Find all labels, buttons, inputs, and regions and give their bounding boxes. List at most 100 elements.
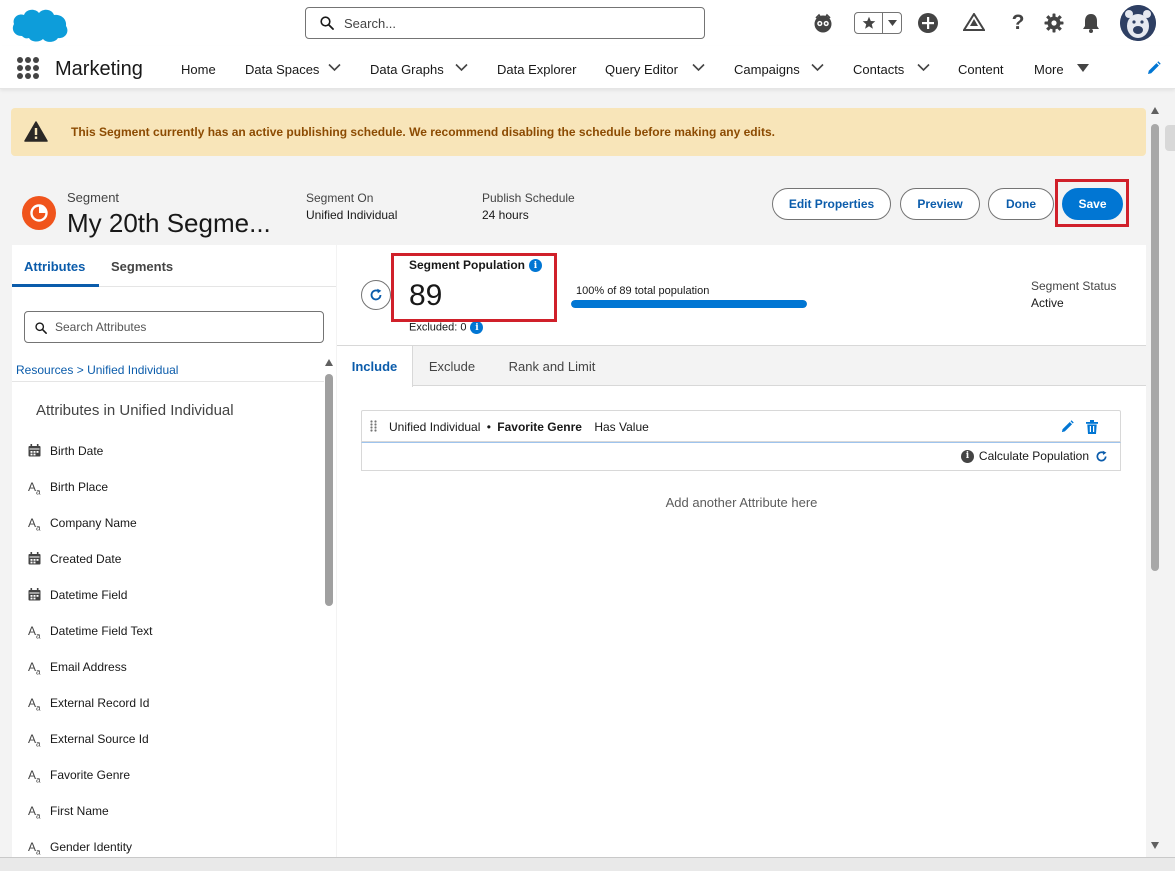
attribute-item[interactable]: Aa Email Address <box>24 658 314 678</box>
page-scrollbar[interactable] <box>1148 104 1162 852</box>
nav-item-query-editor[interactable]: Query Editor <box>605 62 678 77</box>
info-icon: i <box>960 449 974 463</box>
attribute-item[interactable]: Aa Company Name <box>24 514 314 534</box>
breadcrumb-unified-individual[interactable]: Unified Individual <box>87 363 178 377</box>
attribute-item-label: Favorite Genre <box>50 768 131 782</box>
attribute-item[interactable]: Aa First Name <box>24 802 314 822</box>
scroll-up-arrow-icon[interactable] <box>1151 107 1159 114</box>
edit-pencil-icon[interactable] <box>1060 420 1074 434</box>
attribute-item[interactable]: Aa Gender Identity <box>24 838 314 857</box>
breadcrumb-divider <box>12 381 324 382</box>
tab-segments[interactable]: Segments <box>111 259 173 274</box>
attribute-item[interactable]: Birth Date <box>24 442 314 462</box>
salesforce-cloud-logo[interactable] <box>10 6 70 44</box>
text-type-icon: Aa <box>28 660 41 677</box>
nav-item-data-explorer[interactable]: Data Explorer <box>497 62 576 77</box>
scroll-up-arrow-icon[interactable] <box>325 359 333 366</box>
tab-attributes[interactable]: Attributes <box>24 259 85 274</box>
breadcrumb-separator: > <box>76 363 84 377</box>
attribute-item-label: External Record Id <box>50 696 150 710</box>
scroll-down-arrow-icon[interactable] <box>1151 842 1159 849</box>
done-button[interactable]: Done <box>988 188 1054 220</box>
attribute-item[interactable]: Aa Datetime Field Text <box>24 622 314 642</box>
help-icon[interactable]: ? <box>1006 11 1030 35</box>
app-name: Marketing <box>55 58 143 80</box>
nav-item-contacts[interactable]: Contacts <box>853 62 904 77</box>
attribute-item-label: Email Address <box>50 660 127 674</box>
criteria-tabs: Include Exclude Rank and Limit <box>337 345 1146 387</box>
nav-item-data-graphs[interactable]: Data Graphs <box>370 62 444 77</box>
add-attribute-dropzone[interactable]: Add another Attribute here <box>337 495 1146 510</box>
nav-item-data-spaces[interactable]: Data Spaces <box>245 62 319 77</box>
delete-trash-icon[interactable] <box>1086 420 1098 434</box>
preview-button[interactable]: Preview <box>900 188 980 220</box>
text-type-icon: Aa <box>28 480 41 497</box>
attribute-search-input[interactable] <box>55 314 315 340</box>
drag-handle-icon[interactable] <box>370 420 377 432</box>
bottom-bar <box>0 857 1175 871</box>
calendar-icon <box>28 552 42 566</box>
side-panel-toggle[interactable] <box>1165 125 1175 151</box>
scrollbar-thumb[interactable] <box>325 374 333 606</box>
chevron-down-icon[interactable] <box>811 63 824 72</box>
calculate-population-row: i Calculate Population <box>361 442 1121 471</box>
einstein-icon[interactable] <box>811 11 835 35</box>
calculate-population-button[interactable]: i Calculate Population <box>960 449 1108 463</box>
nav-item-content[interactable]: Content <box>958 62 1004 77</box>
nav-item-home[interactable]: Home <box>181 62 216 77</box>
attribute-item[interactable]: Aa External Source Id <box>24 730 314 750</box>
notifications-bell-icon[interactable] <box>1079 11 1103 35</box>
segment-on-label: Segment On <box>306 191 374 205</box>
excluded-count: Excluded: 0i <box>409 321 484 334</box>
tab-rank-and-limit[interactable]: Rank and Limit <box>497 346 607 386</box>
chevron-down-icon[interactable] <box>455 63 468 72</box>
edit-nav-pencil-icon[interactable] <box>1146 61 1161 76</box>
nav-item-campaigns[interactable]: Campaigns <box>734 62 800 77</box>
trailhead-icon[interactable] <box>962 11 986 35</box>
search-icon <box>320 16 334 30</box>
calendar-icon <box>28 588 42 602</box>
attribute-item[interactable]: Datetime Field <box>24 586 314 606</box>
refresh-population-button[interactable] <box>361 280 391 310</box>
text-type-icon: Aa <box>28 624 41 641</box>
warning-text: This Segment currently has an active pub… <box>71 125 775 139</box>
global-search[interactable] <box>305 7 705 39</box>
chevron-down-icon[interactable] <box>328 63 341 72</box>
attribute-item-label: Datetime Field <box>50 588 128 602</box>
attribute-item-label: Datetime Field Text <box>50 624 153 638</box>
attribute-item[interactable]: Aa Favorite Genre <box>24 766 314 786</box>
breadcrumb-resources[interactable]: Resources <box>16 363 73 377</box>
global-add-icon[interactable] <box>916 11 940 35</box>
user-avatar[interactable] <box>1120 5 1156 41</box>
breadcrumb: Resources > Unified Individual <box>16 363 178 377</box>
info-icon[interactable]: i <box>470 321 484 334</box>
caret-down-icon[interactable] <box>1077 64 1089 72</box>
nav-item-more[interactable]: More <box>1034 62 1064 77</box>
setup-gear-icon[interactable] <box>1042 11 1066 35</box>
attribute-item[interactable]: Created Date <box>24 550 314 570</box>
edit-properties-button[interactable]: Edit Properties <box>772 188 891 220</box>
global-search-input[interactable] <box>344 9 694 37</box>
excluded-count-text: Excluded: 0 <box>409 321 467 334</box>
attribute-item[interactable]: Aa External Record Id <box>24 694 314 714</box>
refresh-icon <box>1096 450 1107 461</box>
text-type-icon: Aa <box>28 804 41 821</box>
attribute-list-scrollbar[interactable] <box>324 357 334 857</box>
segment-title: My 20th Segme... <box>67 208 271 238</box>
tab-include[interactable]: Include <box>337 346 413 387</box>
app-nav-bar: Marketing Home Data Spaces Data Graphs D… <box>0 46 1175 89</box>
segment-icon <box>22 196 56 230</box>
app-launcher-icon[interactable] <box>17 57 39 79</box>
chevron-down-icon[interactable] <box>917 63 930 72</box>
tab-exclude[interactable]: Exclude <box>414 346 490 386</box>
favorites-dropdown-icon[interactable] <box>883 13 901 33</box>
segment-status-value: Active <box>1031 296 1064 310</box>
text-type-icon: Aa <box>28 696 41 713</box>
attribute-item[interactable]: Aa Birth Place <box>24 478 314 498</box>
page-scrollbar-thumb[interactable] <box>1151 124 1159 571</box>
criteria-attribute: Favorite Genre <box>497 420 582 434</box>
criteria-row[interactable]: Unified Individual • Favorite Genre Has … <box>361 410 1121 442</box>
favorites-star-icon[interactable] <box>855 13 883 33</box>
chevron-down-icon[interactable] <box>692 63 705 72</box>
attribute-search[interactable] <box>24 311 324 343</box>
